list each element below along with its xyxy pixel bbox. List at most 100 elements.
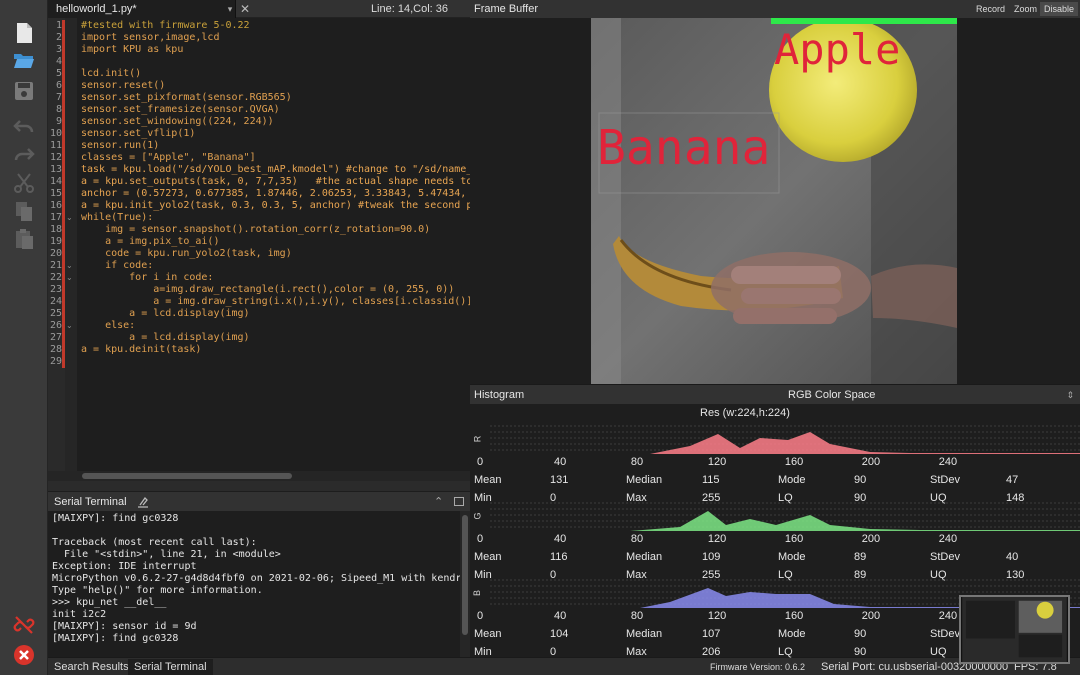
code-line: a = img.pix_to_ai() xyxy=(81,236,220,247)
scrollbar-thumb[interactable] xyxy=(462,515,468,635)
code-line: sensor.reset() xyxy=(81,80,166,91)
editor-tab-title: helloworld_1.py* xyxy=(56,3,137,15)
axis-tick-label: 120 xyxy=(707,456,727,468)
record-button[interactable]: Record xyxy=(972,2,1009,16)
terminal-line: Traceback (most recent call last): xyxy=(52,537,257,548)
select-arrow-icon[interactable]: ⇕ xyxy=(1066,385,1074,405)
channel-label: G xyxy=(472,512,483,520)
axis-tick-label: 240 xyxy=(938,456,958,468)
code-line: a = lcd.display(img) xyxy=(81,308,250,319)
collapse-up-icon[interactable]: ⌃ xyxy=(434,492,443,512)
axis-tick-label: 200 xyxy=(861,533,881,545)
line-number: 7 xyxy=(55,92,62,103)
apple-detection-box xyxy=(771,18,957,24)
paste-icon[interactable] xyxy=(9,226,39,252)
fold-chevron-icon[interactable]: ⌄ xyxy=(66,320,73,332)
stat-uq-label: UQ xyxy=(930,646,947,658)
fold-chevron-icon[interactable]: ⌄ xyxy=(66,260,73,272)
line-number: 28 xyxy=(49,344,62,355)
banana-label: Banana xyxy=(597,120,770,176)
code-line: sensor.run(1) xyxy=(81,140,160,151)
save-icon[interactable] xyxy=(9,78,39,104)
open-folder-icon[interactable] xyxy=(9,48,39,74)
copy-icon[interactable] xyxy=(9,198,39,224)
new-file-icon[interactable] xyxy=(9,20,39,46)
terminal-vertical-scrollbar[interactable] xyxy=(460,511,470,657)
window-preview-thumbnail[interactable] xyxy=(959,595,1070,664)
line-number: 27 xyxy=(49,332,62,343)
code-editor[interactable]: 1 #tested with firmware 5-0.22 2 import sen… xyxy=(48,18,470,481)
serial-terminal-output[interactable]: [MAIXPY]: find gc0328 Traceback (most rec… xyxy=(48,511,470,657)
channel-label: R xyxy=(472,435,483,443)
axis-tick-label: 80 xyxy=(630,610,644,622)
code-line: classes = ["Apple", "Banana"] xyxy=(81,152,256,163)
code-line: img = sensor.snapshot().rotation_corr(z_… xyxy=(81,224,431,235)
terminal-line: [MAIXPY]: find gc0328 xyxy=(52,513,179,524)
line-number: 18 xyxy=(49,224,62,235)
stat-mean: 116 xyxy=(550,551,568,563)
zoom-button[interactable]: Zoom xyxy=(1010,2,1041,16)
line-number: 29 xyxy=(49,356,62,367)
code-line: else: xyxy=(81,320,136,331)
line-number: 4 xyxy=(55,56,62,67)
clear-terminal-icon[interactable] xyxy=(136,495,150,509)
fold-chevron-icon[interactable]: ⌄ xyxy=(66,212,73,224)
code-line: if code: xyxy=(81,260,154,271)
scrollbar-thumb[interactable] xyxy=(82,473,292,479)
line-number: 14 xyxy=(49,176,62,187)
axis-tick-label: 120 xyxy=(707,533,727,545)
stat-mean: 131 xyxy=(550,474,569,486)
code-line: a = lcd.display(img) xyxy=(81,332,250,343)
histogram-chart-g xyxy=(490,502,1080,531)
color-space-select[interactable]: RGB Color Space xyxy=(788,385,875,405)
search-results-tab[interactable]: Search Results xyxy=(48,659,135,675)
redo-icon[interactable] xyxy=(9,142,39,168)
line-number: 25 xyxy=(49,308,62,319)
stat-mode-label: Mode xyxy=(778,551,806,563)
line-number: 10 xyxy=(49,128,62,139)
line-number: 3 xyxy=(55,44,62,55)
stat-min-label: Min xyxy=(474,646,492,658)
stat-stdev-label: StDev xyxy=(930,551,960,563)
undo-icon[interactable] xyxy=(9,114,39,140)
axis-tick-label: 40 xyxy=(553,533,567,545)
disconnect-icon[interactable] xyxy=(9,612,39,638)
line-number: 6 xyxy=(55,80,62,91)
axis-tick-label: 160 xyxy=(784,610,804,622)
serial-terminal-tab[interactable]: Serial Terminal xyxy=(128,659,213,675)
line-number: 16 xyxy=(49,200,62,211)
axis-tick-label: 160 xyxy=(784,456,804,468)
stat-mean-label: Mean xyxy=(474,474,502,486)
code-line: lcd.init() xyxy=(81,68,142,79)
histogram-chart-r xyxy=(490,425,1080,454)
close-icon[interactable]: ✕ xyxy=(238,0,252,18)
fold-chevron-icon[interactable]: ⌄ xyxy=(66,272,73,284)
editor-tab[interactable]: helloworld_1.py* xyxy=(48,0,236,18)
axis-tick-label: 0 xyxy=(477,610,484,622)
code-line: a = kpu.init_yolo2(task, 0.3, 0.3, 5, an… xyxy=(81,200,470,211)
line-number: 8 xyxy=(55,104,62,115)
cut-icon[interactable] xyxy=(9,170,39,196)
frame-buffer-header: Frame Buffer Record Zoom Disable xyxy=(470,0,1080,18)
line-number: 24 xyxy=(49,296,62,307)
maximize-icon[interactable] xyxy=(454,497,464,506)
stat-mean-label: Mean xyxy=(474,628,502,640)
stat-stdev-label: StDev xyxy=(930,628,960,640)
stop-icon[interactable] xyxy=(9,642,39,668)
editor-horizontal-scrollbar[interactable] xyxy=(48,471,470,481)
code-line: for i in code: xyxy=(81,272,214,283)
tab-dropdown-icon[interactable]: ▾ xyxy=(224,0,236,18)
code-line: a = kpu.set_outputs(task, 0, 7,7,35) #th… xyxy=(81,176,470,187)
line-number: 17 xyxy=(49,212,62,223)
line-number: 23 xyxy=(49,284,62,295)
axis-tick-label: 40 xyxy=(553,456,567,468)
disable-button[interactable]: Disable xyxy=(1040,2,1079,16)
terminal-line: >>> kpu_net __del__ xyxy=(52,597,167,608)
terminal-line: Exception: IDE interrupt xyxy=(52,561,197,572)
histogram-area-r xyxy=(490,432,1080,454)
stat-median-label: Median xyxy=(626,551,663,563)
stat-mode: 90 xyxy=(854,628,867,640)
serial-terminal-title: Serial Terminal xyxy=(54,496,127,508)
code-line: import KPU as kpu xyxy=(81,44,184,55)
code-line: sensor.set_vflip(1) xyxy=(81,128,196,139)
